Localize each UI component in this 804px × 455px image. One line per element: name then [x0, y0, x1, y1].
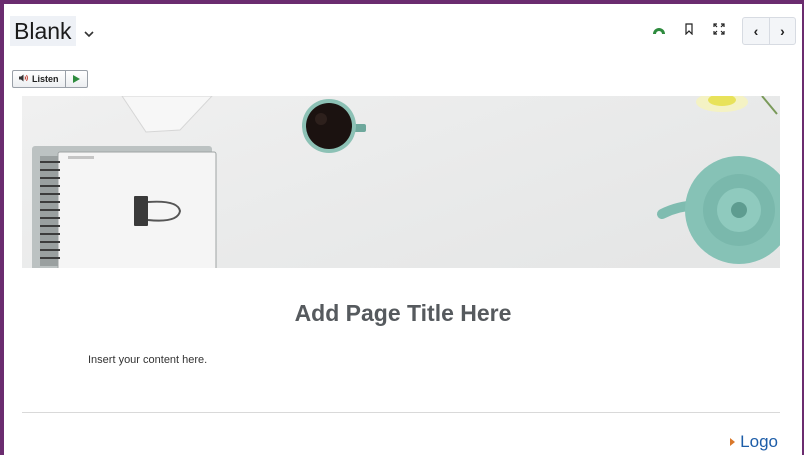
coffee-cup-illustration	[302, 99, 366, 153]
notebook-illustration	[32, 146, 217, 268]
chevron-left-icon: ‹	[753, 23, 759, 39]
next-page-button[interactable]: ›	[769, 18, 795, 44]
speaker-icon	[19, 74, 29, 84]
page-frame: Blank ‹ › Listen Add Page Title Here Ins…	[4, 4, 802, 455]
banner-image	[22, 96, 780, 268]
triangle-right-icon	[730, 438, 736, 446]
readspeaker-toolbar: Listen	[12, 70, 88, 88]
bookmark-button[interactable]	[676, 18, 702, 44]
page-nav: ‹ ›	[742, 17, 796, 45]
top-bar: Blank ‹ ›	[4, 4, 802, 56]
play-icon	[72, 70, 80, 88]
logo-label: Logo	[740, 432, 778, 451]
fullscreen-button[interactable]	[706, 18, 732, 44]
fullscreen-icon	[713, 22, 725, 40]
flower-illustration	[696, 96, 778, 115]
teapot-illustration	[657, 156, 780, 264]
logo-link[interactable]: Logo	[730, 432, 778, 452]
divider	[22, 412, 780, 413]
listen-button[interactable]: Listen	[13, 71, 65, 87]
listen-label: Listen	[32, 74, 59, 84]
bookmark-icon	[685, 22, 693, 40]
chevron-right-icon: ›	[780, 23, 785, 39]
chevron-down-icon	[83, 25, 94, 41]
accessibility-icon	[652, 22, 666, 40]
page-title: Add Page Title Here	[294, 300, 512, 326]
title-dropdown[interactable]: Blank	[10, 14, 94, 48]
content-text: Insert your content here.	[88, 354, 208, 366]
toolbar: ‹ ›	[646, 17, 796, 45]
page-heading: Blank	[10, 16, 76, 46]
play-button[interactable]	[64, 70, 87, 88]
accessibility-button[interactable]	[646, 18, 672, 44]
previous-page-button[interactable]: ‹	[743, 18, 769, 44]
